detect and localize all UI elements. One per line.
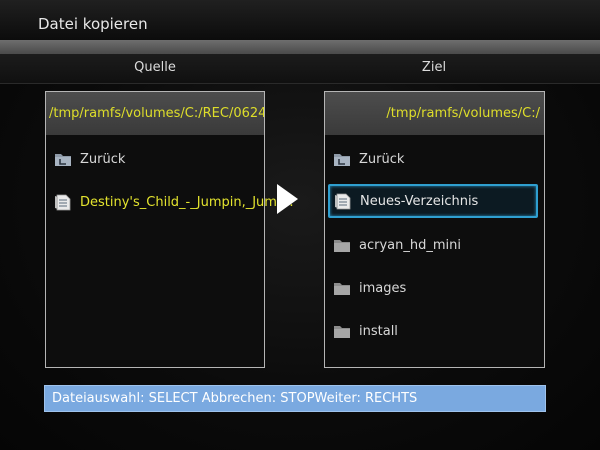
file-icon	[55, 194, 71, 211]
target-column-label: Ziel	[421, 60, 447, 75]
source-item-file[interactable]: Destiny's_Child_-_Jumpin,_Jump..	[46, 185, 293, 219]
copy-file-screen: Datei kopieren Quelle Ziel /tmp/ramfs/vo…	[0, 0, 600, 450]
folder-icon	[334, 240, 350, 252]
back-folder-icon	[55, 154, 71, 166]
target-item-new-folder[interactable]: Neues-Verzeichnis	[328, 184, 538, 218]
help-text: Dateiauswahl: SELECT Abbrechen: STOPWeit…	[52, 391, 418, 406]
target-item-label: Zurück	[359, 151, 405, 167]
title-bar: Datei kopieren	[0, 0, 600, 40]
folder-icon	[334, 283, 350, 295]
source-column-label: Quelle	[134, 60, 176, 75]
source-panel[interactable]: /tmp/ramfs/volumes/C:/REC/06242010/ Zurü…	[45, 91, 293, 368]
target-item-folder[interactable]: install	[325, 314, 544, 348]
new-folder-icon	[335, 193, 351, 210]
target-item-back[interactable]: Zurück	[325, 142, 544, 176]
folder-icon	[334, 326, 350, 338]
help-bar: Dateiauswahl: SELECT Abbrechen: STOPWeit…	[44, 385, 546, 412]
window-title: Datei kopieren	[38, 15, 148, 33]
target-item-label: acryan_hd_mini	[359, 237, 461, 253]
target-item-label: Neues-Verzeichnis	[360, 193, 479, 209]
copy-direction-arrow-icon	[277, 184, 298, 214]
target-item-label: images	[359, 280, 407, 296]
source-item-label: Destiny's_Child_-_Jumpin,_Jump..	[80, 194, 294, 210]
target-item-folder[interactable]: images	[325, 271, 544, 305]
target-item-folder[interactable]: acryan_hd_mini	[325, 228, 544, 262]
target-path: /tmp/ramfs/volumes/C:/	[325, 92, 544, 135]
target-item-label: install	[359, 323, 398, 339]
column-header-bar: Quelle Ziel	[0, 54, 600, 84]
source-item-back[interactable]: Zurück	[46, 142, 264, 176]
back-folder-icon	[334, 154, 350, 166]
source-item-label: Zurück	[80, 151, 126, 167]
header-divider	[0, 40, 600, 54]
source-path: /tmp/ramfs/volumes/C:/REC/06242010/	[46, 92, 264, 135]
target-panel[interactable]: /tmp/ramfs/volumes/C:/ Zurück Neues-Verz…	[324, 91, 545, 368]
